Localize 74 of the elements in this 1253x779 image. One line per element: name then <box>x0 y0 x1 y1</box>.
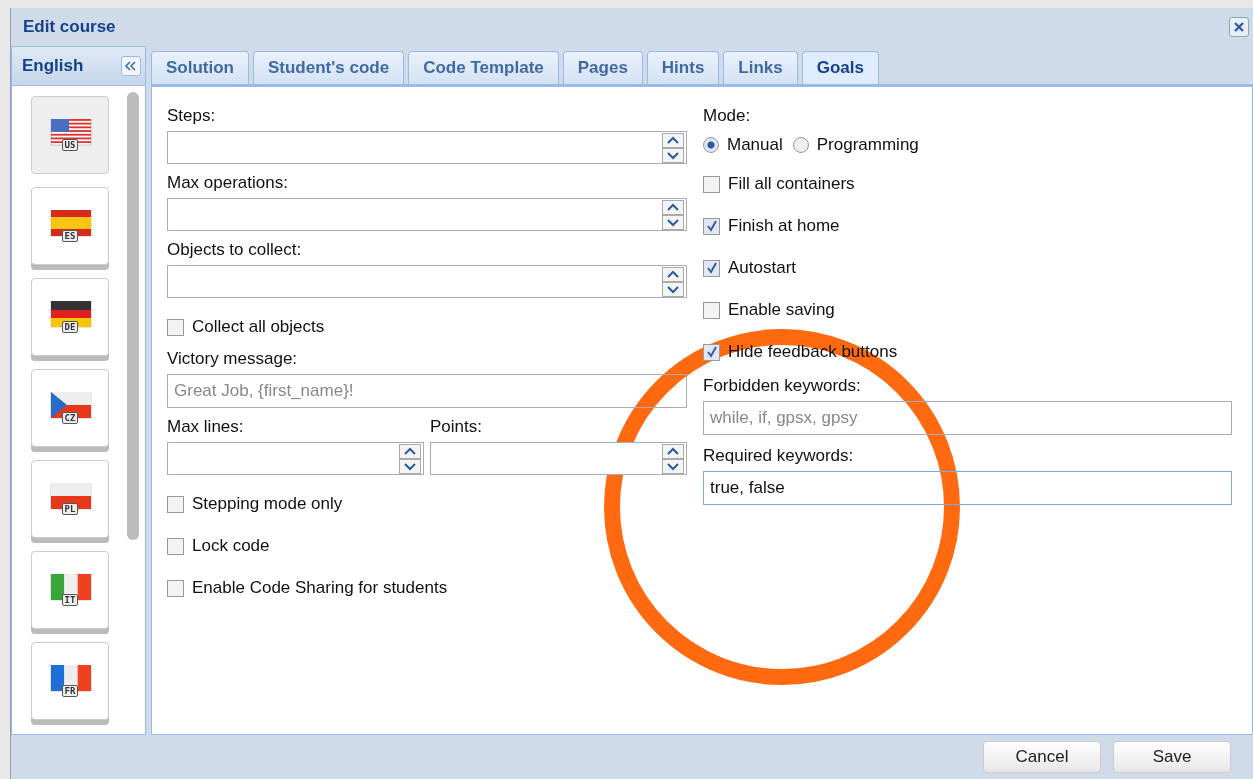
radio-button[interactable] <box>703 137 719 153</box>
checkbox-label: Finish at home <box>728 216 840 236</box>
checkbox[interactable] <box>703 259 720 277</box>
window-title: Edit course <box>23 17 116 37</box>
checkbox-label: Collect all objects <box>192 317 325 337</box>
checkbox[interactable] <box>167 579 184 597</box>
save-button[interactable]: Save <box>1113 741 1231 773</box>
country-code: CZ <box>61 412 79 424</box>
field-label: Victory message: <box>167 348 299 370</box>
radio-label: Programming <box>816 135 919 155</box>
flag-icon <box>47 301 93 331</box>
language-label: English <box>22 56 84 76</box>
scrollbar-thumb[interactable] <box>127 92 139 540</box>
checkbox[interactable] <box>167 318 184 336</box>
checkbox-label: Fill all containers <box>728 174 855 194</box>
text-field[interactable]: true, false <box>703 471 1232 505</box>
number-field[interactable] <box>167 131 687 164</box>
radio-label: Manual <box>727 135 783 155</box>
checkbox-label: Stepping mode only <box>192 494 343 514</box>
number-field[interactable] <box>430 442 687 475</box>
tab[interactable]: Links <box>723 51 798 84</box>
country-code: FR <box>61 685 79 697</box>
checkbox[interactable] <box>703 343 720 361</box>
country-code: ES <box>61 230 79 242</box>
text-field[interactable]: while, if, gpsx, gpsy <box>703 401 1232 435</box>
spinner-arrows-icon[interactable] <box>662 266 684 297</box>
tab[interactable]: Solution <box>151 51 249 84</box>
double-chevron-icon <box>125 61 137 71</box>
tab[interactable]: Student's code <box>253 51 405 84</box>
tab[interactable]: Hints <box>646 51 720 84</box>
close-icon <box>1233 21 1245 33</box>
spinner-arrows-icon[interactable] <box>662 199 684 230</box>
country-code: US <box>61 139 79 151</box>
number-field[interactable] <box>167 265 687 298</box>
checkbox-label: Autostart <box>728 258 797 278</box>
field-label: Mode: <box>703 105 752 127</box>
checkbox[interactable] <box>167 495 184 513</box>
field-label: Max lines: <box>167 416 245 438</box>
checkbox[interactable] <box>703 175 720 193</box>
tab[interactable]: Code Template <box>408 51 559 84</box>
country-code: DE <box>61 321 79 333</box>
flag-icon <box>47 119 93 149</box>
checkbox-label: Lock code <box>192 536 270 556</box>
flag-icon <box>47 665 93 695</box>
flag-icon <box>47 210 93 240</box>
tab[interactable]: Pages <box>562 51 643 84</box>
collapse-button[interactable] <box>121 56 141 76</box>
checkbox-label: Enable saving <box>728 300 835 320</box>
close-button[interactable] <box>1229 17 1249 37</box>
checkbox[interactable] <box>167 537 184 555</box>
checkbox[interactable] <box>703 217 720 235</box>
flag-icon <box>47 574 93 604</box>
field-label: Steps: <box>167 105 217 127</box>
checkbox-label: Enable Code Sharing for students <box>192 578 448 598</box>
number-field[interactable] <box>167 442 424 475</box>
number-field[interactable] <box>167 198 687 231</box>
checkbox[interactable] <box>703 301 720 319</box>
field-label: Required keywords: <box>703 445 855 467</box>
flag-icon <box>47 392 93 422</box>
spinner-arrows-icon[interactable] <box>399 443 421 474</box>
radio-button[interactable] <box>792 137 809 153</box>
flag-icon <box>47 483 93 513</box>
field-label: Max operations: <box>167 172 289 194</box>
language-flag-button[interactable]: US <box>31 96 109 174</box>
tab[interactable]: Goals <box>801 51 879 84</box>
spinner-arrows-icon[interactable] <box>662 443 684 474</box>
field-label: Forbidden keywords: <box>703 375 862 397</box>
text-field[interactable]: Great Job, {first_name}! <box>167 374 687 408</box>
country-code: PL <box>61 503 79 515</box>
field-label: Points: <box>430 416 483 438</box>
field-label: Objects to collect: <box>167 239 303 261</box>
spinner-arrows-icon[interactable] <box>662 132 684 163</box>
cancel-button[interactable]: Cancel <box>983 741 1101 773</box>
country-code: IT <box>61 594 79 606</box>
